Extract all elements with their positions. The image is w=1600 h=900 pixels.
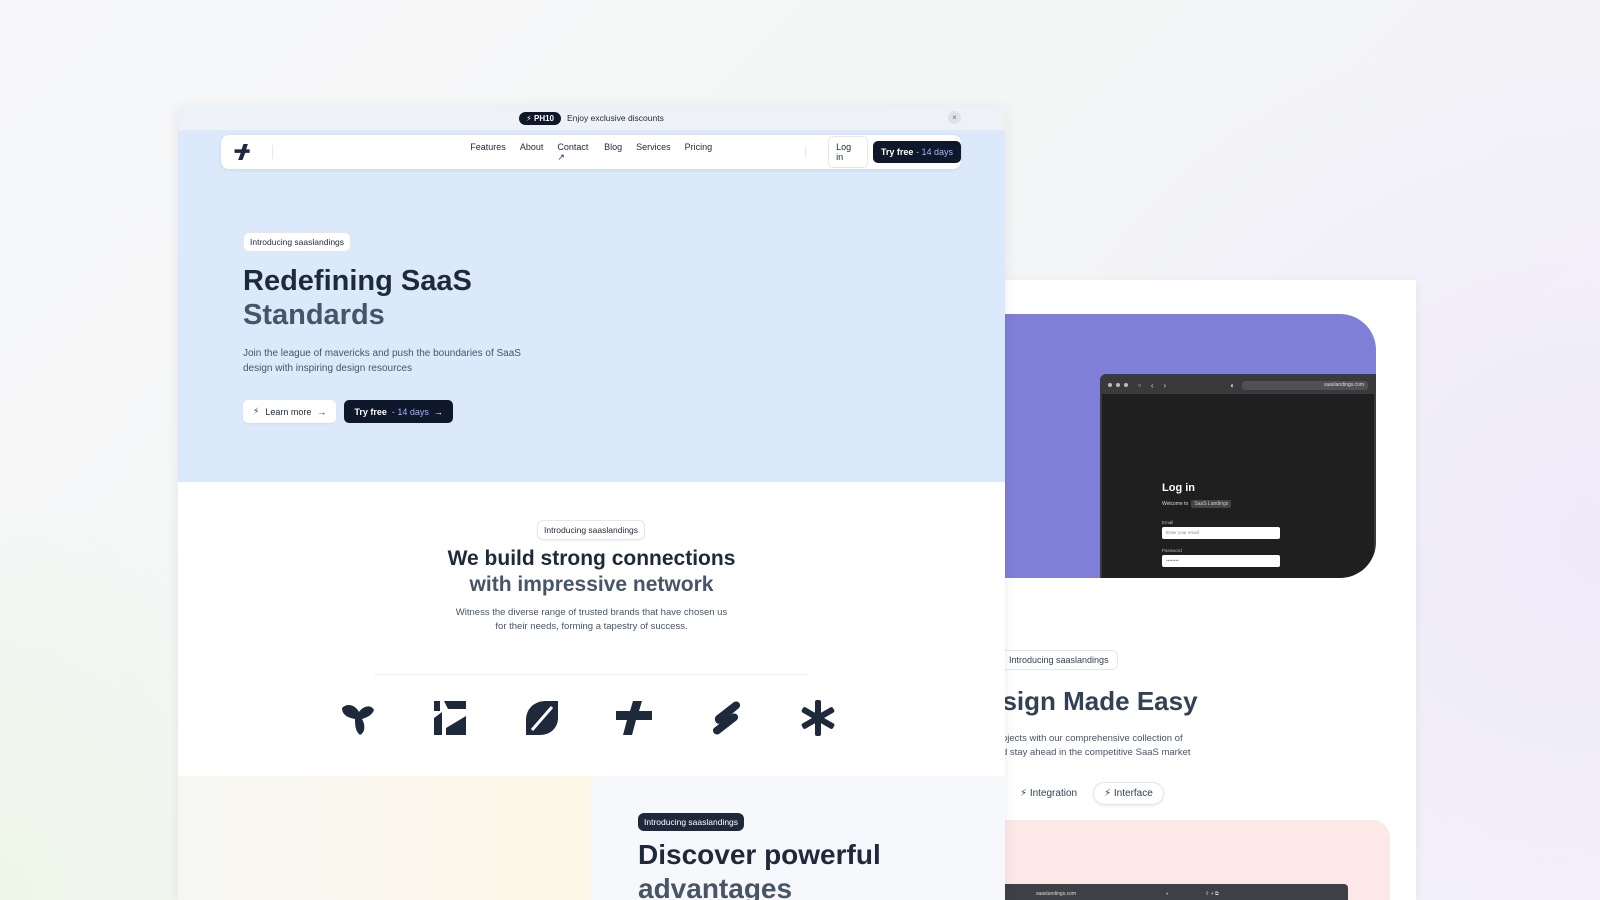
mock-email-label: Email [1162, 520, 1174, 525]
hero-try-label: Try free [354, 406, 387, 417]
nav-services[interactable]: Services [629, 142, 678, 163]
network-desc-line1: Witness the diverse range of trusted bra… [455, 607, 728, 618]
close-icon[interactable]: × [948, 111, 961, 124]
brand-logo-1-icon [342, 705, 374, 735]
back-desc-line2: d stay ahead in the competitive SaaS mar… [1002, 747, 1191, 758]
brand-logo-2-icon [434, 701, 466, 735]
brand-logo-icon[interactable] [231, 141, 252, 163]
shield-icon: ◐ [1230, 380, 1236, 390]
mock-password-label: Password [1162, 548, 1182, 553]
try-free-suffix: - 14 days [915, 147, 953, 157]
brand-logo-5-icon [712, 701, 741, 735]
nav-blog[interactable]: Blog [597, 142, 629, 163]
login-button[interactable]: Log in [828, 136, 868, 168]
nav-about[interactable]: About [513, 142, 551, 163]
announcement-text: Enjoy exclusive discounts [567, 113, 664, 123]
brand-logo-4-icon [616, 701, 652, 735]
hero-title-line2: Standards [243, 299, 385, 331]
purple-showcase-panel: ▫ ‹ › ◐ saaslandings.com Log in Welcome … [1000, 314, 1376, 578]
back-description: ojects with our comprehensive collection… [1002, 732, 1191, 760]
divider [374, 674, 808, 675]
secondary-page-preview: ▫ ‹ › ◐ saaslandings.com Log in Welcome … [1000, 280, 1416, 900]
back-arrow-icon: ‹ [1150, 380, 1154, 390]
tab-integration[interactable]: ⚡︎ Integration [1010, 783, 1087, 804]
network-title-line1: We build strong connections [447, 547, 736, 570]
url-bar: saaslandings.com [1242, 380, 1368, 390]
top-navigation: Features About Contact ↗ Blog Services P… [221, 135, 961, 169]
learn-more-button[interactable]: ⚡︎ Learn more → [243, 400, 337, 423]
window-dot [1116, 383, 1120, 387]
divider [805, 146, 807, 158]
hero-actions: ⚡︎ Learn more → Try free - 14 days → [243, 400, 453, 423]
advantages-visual-panel [178, 776, 591, 900]
tab-integration-label: Integration [1029, 788, 1078, 799]
browser-toolbar: ▫ ‹ › ◐ saaslandings.com [1102, 376, 1374, 394]
advantages-title-line1: Discover powerful [638, 839, 881, 870]
hero-intro-tag: Introducing saaslandings [243, 232, 352, 252]
hero-try-free-button[interactable]: Try free - 14 days → [344, 400, 453, 423]
brand-logo-3-icon [526, 701, 558, 735]
mock-email-field: Enter your email [1162, 527, 1280, 539]
window-dot [1124, 383, 1128, 387]
tab-interface[interactable]: ⚡︎ Interface [1093, 782, 1164, 805]
nav-pricing[interactable]: Pricing [678, 142, 720, 163]
mock-welcome-tag: SaaS Landings [1191, 500, 1232, 508]
network-title-line2: with impressive network [469, 573, 714, 596]
mock-password-field: •••••••• [1162, 555, 1280, 567]
back-desc-line1: ojects with our comprehensive collection… [1002, 733, 1183, 744]
forward-arrow-icon: › [1163, 380, 1167, 390]
mock-login-title: Log in [1162, 482, 1195, 494]
bolt-icon: ⚡︎ [1020, 788, 1028, 799]
hero-try-suffix: - 14 days [391, 406, 429, 417]
hero-description: Join the league of mavericks and push th… [243, 348, 521, 374]
try-free-button[interactable]: Try free - 14 days [872, 141, 961, 163]
brand-logo-6-icon [801, 700, 835, 736]
tab-interface-label: Interface [1113, 788, 1153, 799]
promo-code: PH10 [533, 113, 554, 123]
mock-welcome-text: Welcome to [1162, 501, 1189, 507]
network-desc-line2: for their needs, forming a tapestry of s… [495, 621, 688, 632]
learn-more-label: Learn more [265, 406, 312, 417]
announcement-bar: ⚡︎ PH10 Enjoy exclusive discounts × [178, 106, 1005, 130]
network-intro-tag: Introducing saaslandings [537, 520, 646, 540]
trusted-brands-logos [338, 698, 838, 738]
arrow-right-icon: → [317, 406, 327, 417]
browser-mockup: ▫ ‹ › ◐ saaslandings.com Log in Welcome … [1100, 374, 1376, 578]
browser-toolbar: saaslandings.com ◐ ⇪ + ⧉ [1000, 884, 1348, 900]
sidebar-icon: ▫ [1138, 380, 1141, 390]
back-heading: esign Made Easy [1000, 686, 1198, 716]
advantages-intro-tag: Introducing saaslandings [638, 813, 745, 831]
advantages-title: Discover powerful advantages [638, 838, 881, 900]
hero-title-line1: Redefining SaaS [243, 265, 472, 297]
window-dot [1108, 383, 1112, 387]
back-intro-tag: Introducing saaslandings [1000, 650, 1118, 670]
feature-tabs: ⚡︎ Integration ⚡︎ Interface [1010, 782, 1164, 805]
try-free-label: Try free [880, 147, 914, 157]
network-title: We build strong connections with impress… [178, 546, 1005, 598]
promo-badge: ⚡︎ PH10 [519, 111, 561, 125]
advantages-title-line2: advantages [638, 873, 793, 900]
arrow-right-icon: → [433, 406, 443, 417]
nav-features[interactable]: Features [463, 142, 513, 163]
nav-links: Features About Contact ↗ Blog Services P… [463, 142, 719, 163]
main-page-preview: ⚡︎ PH10 Enjoy exclusive discounts × Feat… [178, 106, 1005, 900]
divider [272, 145, 274, 159]
toolbar-icons: ◐ ⇪ + ⧉ [1166, 891, 1219, 897]
mock-welcome: Welcome to SaaS Landings [1162, 500, 1232, 508]
url-bar-text: saaslandings.com [1036, 891, 1077, 897]
pink-showcase-panel: saaslandings.com ◐ ⇪ + ⧉ [1000, 820, 1390, 900]
bolt-icon: ⚡︎ [253, 406, 260, 416]
bolt-icon: ⚡︎ [1104, 788, 1112, 799]
decorative-line [1354, 497, 1376, 578]
hero-title: Redefining SaaS Standards [243, 264, 563, 332]
nav-contact[interactable]: Contact ↗ [550, 142, 597, 163]
network-description: Witness the diverse range of trusted bra… [178, 606, 1005, 634]
hero-section: Features About Contact ↗ Blog Services P… [178, 130, 1005, 482]
